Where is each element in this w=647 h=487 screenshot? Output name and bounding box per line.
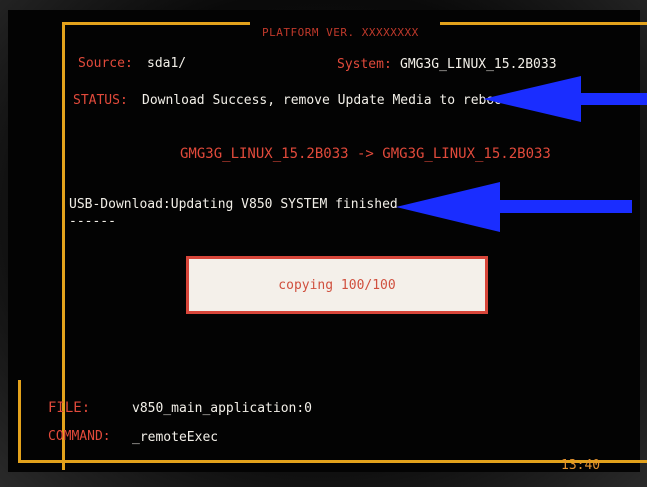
- system-value: GMG3G_LINUX_15.2B033: [400, 57, 557, 72]
- log-separator: ------: [69, 214, 116, 229]
- status-value: Download Success, remove Update Media to…: [142, 93, 510, 108]
- file-label: FILE:: [48, 400, 91, 416]
- source-value: sda1/: [147, 56, 187, 71]
- status-label: STATUS:: [73, 93, 128, 108]
- progress-text: copying 100/100: [278, 277, 396, 293]
- system-label: System:: [337, 57, 392, 72]
- platform-title: PLATFORM VER. XXXXXXXX: [262, 26, 419, 39]
- progress-box: copying 100/100: [186, 256, 488, 314]
- version-change: GMG3G_LINUX_15.2B033 -> GMG3G_LINUX_15.2…: [180, 146, 551, 162]
- command-label: COMMAND:: [48, 429, 111, 444]
- file-value: v850_main_application:0: [132, 401, 313, 416]
- screen-frame-left: [18, 380, 21, 462]
- command-value: _remoteExec: [132, 430, 219, 445]
- clock: 13:40: [561, 458, 601, 473]
- usb-download-message: USB-Download:Updating V850 SYSTEM finish…: [69, 197, 398, 212]
- arrow-left-icon: [483, 76, 647, 122]
- source-label: Source:: [78, 56, 133, 71]
- screen-frame-bottom: [18, 460, 647, 463]
- arrow-left-icon: [396, 182, 632, 232]
